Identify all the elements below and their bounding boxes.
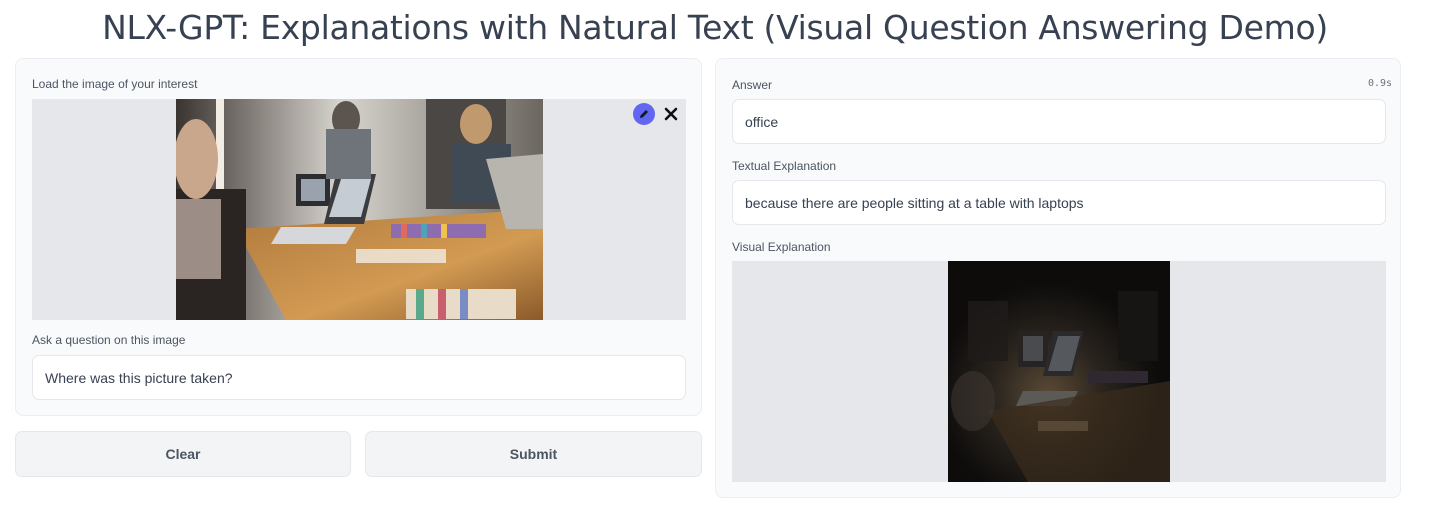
image-upload-label: Load the image of your interest <box>32 77 198 91</box>
clear-button[interactable]: Clear <box>15 431 351 477</box>
input-panel: Load the image of your interest Ask a qu… <box>15 58 702 416</box>
elapsed-time: 0.9s <box>1368 78 1393 89</box>
question-input[interactable]: Where was this picture taken? <box>32 355 686 400</box>
visual-explanation-label: Visual Explanation <box>732 240 831 254</box>
question-label: Ask a question on this image <box>32 333 186 347</box>
attention-heatmap-image <box>948 261 1170 482</box>
answer-label: Answer <box>732 78 773 92</box>
pencil-icon[interactable] <box>633 103 655 125</box>
textual-explanation-output[interactable]: because there are people sitting at a ta… <box>732 180 1386 225</box>
answer-output[interactable]: office <box>732 99 1386 144</box>
textual-explanation-label: Textual Explanation <box>732 159 837 173</box>
image-upload-area[interactable] <box>32 99 686 320</box>
uploaded-image <box>176 99 543 320</box>
page-title: NLX-GPT: Explanations with Natural Text … <box>102 8 1328 47</box>
submit-button[interactable]: Submit <box>365 431 702 477</box>
output-panel: 0.9s Answer office Textual Explanation b… <box>715 58 1401 498</box>
visual-explanation-area <box>732 261 1386 482</box>
close-icon[interactable] <box>661 104 681 124</box>
